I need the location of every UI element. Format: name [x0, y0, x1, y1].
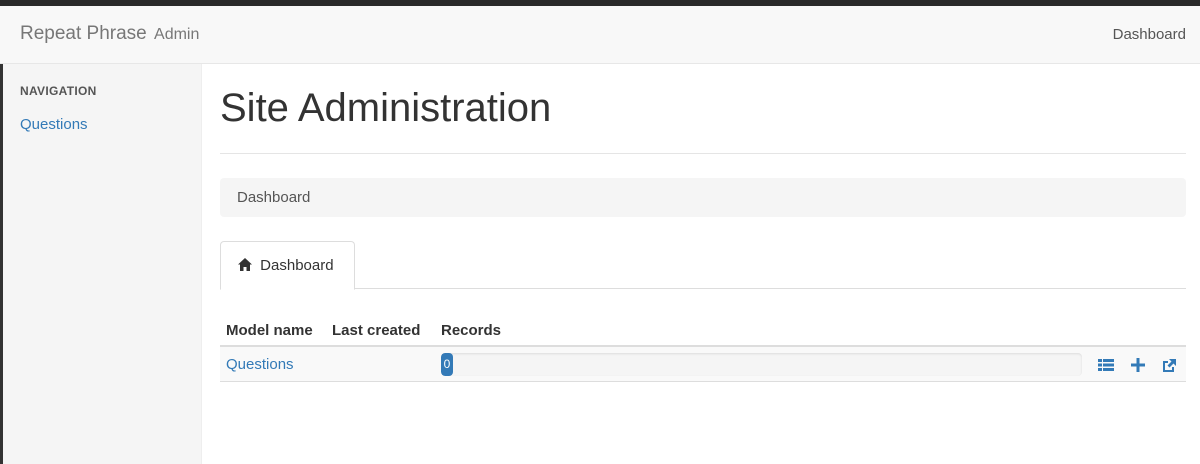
top-navbar: Repeat Phrase Admin Dashboard	[0, 6, 1200, 64]
plus-icon[interactable]	[1129, 356, 1147, 374]
column-header-last-created: Last created	[332, 322, 421, 339]
home-icon	[238, 258, 252, 271]
main-content: Site Administration Dashboard Dashboard …	[220, 64, 1186, 464]
column-header-model-name: Model name	[226, 322, 313, 339]
window-left-edge	[0, 64, 3, 464]
nav-dashboard-link[interactable]: Dashboard	[1113, 26, 1186, 43]
export-icon[interactable]	[1160, 356, 1178, 374]
page-title: Site Administration	[220, 86, 552, 130]
brand-name: Repeat Phrase	[20, 23, 147, 44]
tab-dashboard[interactable]: Dashboard	[220, 241, 355, 290]
list-icon[interactable]	[1097, 356, 1115, 374]
sidebar: NAVIGATION Questions	[0, 64, 202, 464]
breadcrumb: Dashboard	[220, 178, 1186, 217]
brand-suffix: Admin	[154, 26, 200, 43]
tab-label: Dashboard	[260, 257, 334, 274]
table-header: Model name Last created Records	[220, 314, 1186, 347]
sidebar-item-questions[interactable]: Questions	[20, 116, 88, 133]
records-progress: 0	[441, 353, 1082, 376]
row-actions	[1088, 356, 1178, 374]
brand[interactable]: Repeat Phrase Admin	[20, 23, 199, 45]
models-table: Model name Last created Records Question…	[220, 314, 1186, 382]
table-row: Questions 0	[220, 347, 1186, 382]
breadcrumb-item: Dashboard	[237, 189, 311, 206]
column-header-records: Records	[441, 322, 502, 339]
model-link-questions[interactable]: Questions	[226, 356, 294, 373]
sidebar-header: NAVIGATION	[20, 84, 97, 98]
tab-bar: Dashboard	[220, 241, 1186, 290]
records-progress-bar: 0	[441, 353, 453, 376]
title-divider	[220, 153, 1186, 154]
